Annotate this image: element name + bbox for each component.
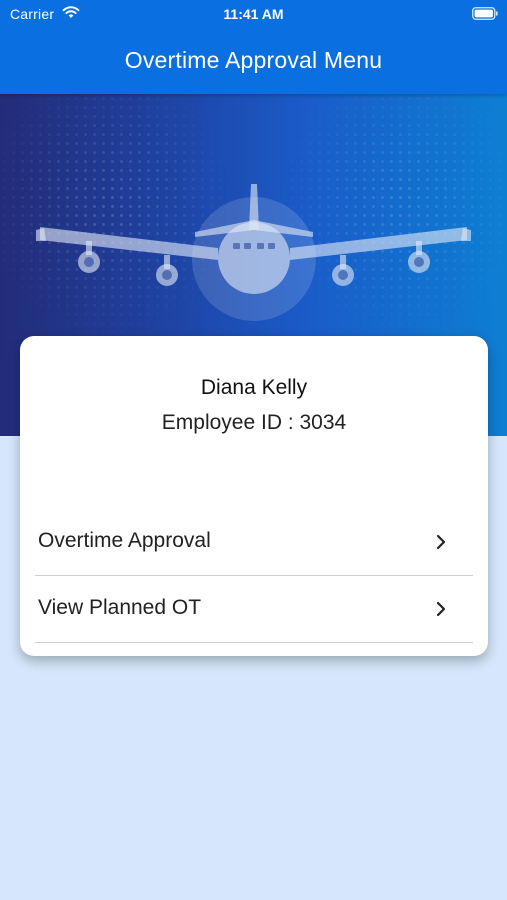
menu-item-label: View Planned OT bbox=[38, 596, 202, 619]
navigation-bar: Overtime Approval Menu bbox=[0, 28, 507, 94]
employee-name: Diana Kelly bbox=[200, 376, 308, 399]
view-planned-ot-item[interactable]: View Planned OT bbox=[35, 576, 473, 643]
battery-full-icon bbox=[472, 7, 498, 20]
status-bar: Carrier 11:41 AM bbox=[0, 0, 507, 28]
chevron-right-icon bbox=[436, 601, 446, 617]
overtime-approval-item[interactable]: Overtime Approval bbox=[35, 509, 473, 576]
employee-id: Employee ID : 3034 bbox=[161, 411, 347, 434]
chevron-right-icon bbox=[436, 534, 446, 550]
employee-card: Diana Kelly Employee ID : 3034 Overtime … bbox=[20, 336, 488, 656]
page-title: Overtime Approval Menu bbox=[124, 47, 383, 73]
menu-item-label: Overtime Approval bbox=[38, 529, 211, 552]
status-time: 11:41 AM bbox=[223, 6, 284, 22]
